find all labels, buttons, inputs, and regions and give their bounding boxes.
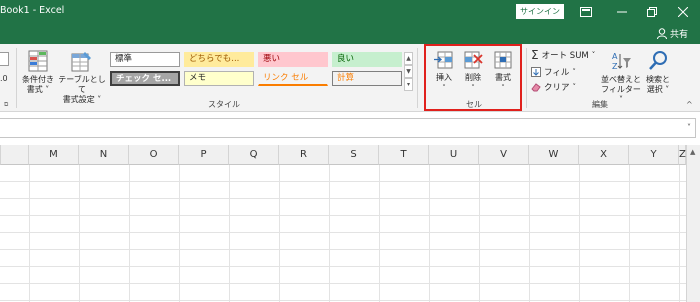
svg-text:A: A	[612, 52, 618, 61]
column-header[interactable]: V	[479, 145, 529, 165]
signin-button[interactable]: サインイン	[516, 4, 564, 19]
person-icon	[656, 28, 667, 39]
formula-bar: ˅	[0, 112, 700, 145]
find-select-button[interactable]: 検索と 選択 ˅	[643, 50, 673, 95]
cell-grid[interactable]	[0, 165, 686, 302]
dialog-launcher-icon[interactable]: ⧉	[4, 101, 8, 109]
share-button[interactable]: 共有	[656, 27, 688, 40]
sort-filter-label-1: 並べ替えと	[601, 75, 641, 84]
column-header-partial[interactable]	[0, 145, 29, 165]
cells-group-highlight	[424, 44, 522, 111]
conditional-formatting-label-2: 書式 ˅	[26, 85, 50, 94]
column-header[interactable]: S	[329, 145, 379, 165]
conditional-formatting-label-1: 条件付き	[22, 75, 54, 84]
conditional-formatting-icon	[28, 50, 48, 72]
column-header[interactable]: Z	[679, 145, 686, 165]
expand-formula-bar-icon[interactable]: ˅	[687, 123, 691, 132]
cell-style-4[interactable]: チェック セ...	[110, 71, 180, 86]
vertical-scrollbar[interactable]: ▲	[686, 145, 700, 302]
format-as-table-label-2: 書式設定 ˅	[62, 95, 102, 104]
tab-row: 共有	[0, 24, 700, 44]
autosum-button[interactable]: Σ オート SUM ˅	[531, 49, 595, 61]
window-title: Book1 - Excel	[0, 5, 65, 16]
minimize-icon[interactable]	[614, 4, 630, 20]
cell-style-3[interactable]: 良い	[332, 52, 402, 67]
cell-style-2[interactable]: 悪い	[258, 52, 328, 67]
share-label: 共有	[669, 30, 688, 40]
fill-down-icon	[531, 67, 541, 77]
cell-style-1[interactable]: どちらでも...	[184, 52, 254, 67]
find-select-label-1: 検索と	[646, 75, 670, 84]
collapse-ribbon-icon[interactable]: ^	[686, 100, 693, 109]
decimal-icon[interactable]: .0	[0, 74, 8, 83]
column-header[interactable]: W	[529, 145, 579, 165]
styles-group-label: スタイル	[208, 100, 240, 109]
ribbon-display-options-icon[interactable]	[578, 4, 594, 20]
gallery-down-icon[interactable]: ▼	[404, 65, 413, 78]
format-as-table-icon	[71, 52, 91, 72]
sigma-icon: Σ	[531, 48, 539, 62]
find-select-label-2: 選択 ˅	[646, 85, 670, 94]
formula-input[interactable]: ˅	[0, 118, 696, 138]
column-header[interactable]: O	[129, 145, 179, 165]
title-bar: Book1 - Excel サインイン	[0, 0, 700, 24]
column-header[interactable]: P	[179, 145, 229, 165]
cell-style-7[interactable]: 計算	[332, 71, 402, 86]
editing-group-label: 編集	[592, 100, 608, 109]
number-format-dropdown[interactable]	[0, 52, 9, 66]
svg-text:Z: Z	[612, 62, 618, 71]
sort-filter-icon: A Z	[612, 52, 631, 71]
fill-label: フィル	[544, 68, 570, 78]
scroll-up-icon[interactable]: ▲	[690, 148, 695, 156]
format-as-table-label-1: テーブルとして	[58, 75, 106, 94]
clear-label: クリア	[544, 83, 570, 93]
conditional-formatting-button[interactable]: 条件付き 書式 ˅	[18, 50, 58, 95]
column-header[interactable]: Y	[629, 145, 679, 165]
gallery-more-icon[interactable]: ▾	[404, 78, 413, 91]
eraser-icon	[531, 83, 541, 92]
column-header[interactable]: R	[279, 145, 329, 165]
cell-style-5[interactable]: メモ	[184, 71, 254, 86]
ribbon: .0 ⧉ 条件付き 書式 ˅ テーブルとして 書式設定 ˅ 標準 どちらでも...…	[0, 44, 700, 112]
clear-button[interactable]: クリア ˅	[531, 81, 576, 93]
autosum-label: オート SUM	[541, 51, 589, 61]
fill-button[interactable]: フィル ˅	[531, 66, 576, 78]
cell-style-0[interactable]: 標準	[110, 52, 180, 67]
sort-filter-button[interactable]: A Z 並べ替えと フィルター ˅	[600, 50, 642, 105]
column-header[interactable]: N	[79, 145, 129, 165]
column-header[interactable]: U	[429, 145, 479, 165]
format-as-table-button[interactable]: テーブルとして 書式設定 ˅	[58, 50, 106, 105]
cell-style-6[interactable]: リンク セル	[258, 71, 328, 86]
restore-icon[interactable]	[644, 4, 660, 20]
column-header[interactable]: Q	[229, 145, 279, 165]
column-header[interactable]: T	[379, 145, 429, 165]
column-header[interactable]: M	[29, 145, 79, 165]
magnifier-icon	[649, 51, 667, 70]
column-header[interactable]: X	[579, 145, 629, 165]
close-icon[interactable]	[675, 4, 691, 20]
gallery-up-icon[interactable]: ▲	[404, 52, 413, 65]
